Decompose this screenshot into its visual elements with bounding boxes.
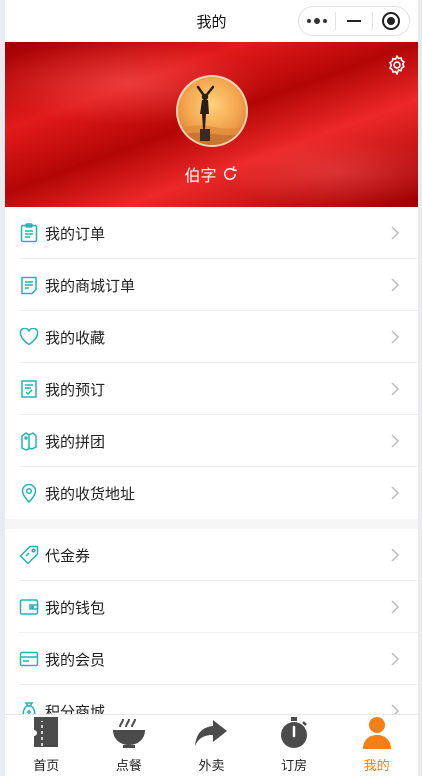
person-icon <box>359 715 395 751</box>
menu-item-label: 我的预订 <box>45 380 106 399</box>
menu-item-address[interactable]: 我的收货地址 <box>5 467 418 519</box>
noodle-bowl-icon <box>111 715 147 751</box>
close-target-icon <box>382 12 400 30</box>
gear-icon[interactable] <box>386 54 408 76</box>
menu-item-label: 代金券 <box>45 546 91 565</box>
clipboard-icon <box>19 223 39 243</box>
member-card-icon <box>19 649 39 669</box>
chevron-right-icon <box>391 486 400 500</box>
menu-item-label: 我的订单 <box>45 224 106 243</box>
tab-label: 我的 <box>363 759 390 774</box>
menu-item-label: 我的收货地址 <box>45 484 136 503</box>
titlebar: 我的 <box>5 0 418 42</box>
tab-mine[interactable]: 我的 <box>335 715 418 776</box>
chevron-right-icon <box>391 548 400 562</box>
avatar-silhouette-icon <box>177 85 246 145</box>
more-dots-icon <box>307 18 327 24</box>
menu-group-account: 代金券 我的钱包 我的会员 积分商城 <box>5 529 418 737</box>
coupon-tag-icon <box>19 545 39 565</box>
username-row[interactable]: 伯字 <box>5 162 418 186</box>
wallet-icon <box>19 597 39 617</box>
tab-book-room[interactable]: 订房 <box>253 715 336 776</box>
chevron-right-icon <box>391 330 400 344</box>
mini-program-window: 我的 伯字 我的订单 我的商城订单 我的收藏 我的预订 我的拼团 我的收货地址 … <box>5 0 418 776</box>
location-pin-icon <box>19 483 39 503</box>
menu-item-wallet[interactable]: 我的钱包 <box>5 581 418 633</box>
menu-item-label: 我的钱包 <box>45 598 106 617</box>
chevron-right-icon <box>391 226 400 240</box>
tab-label: 外卖 <box>198 759 225 774</box>
menu-item-favorites[interactable]: 我的收藏 <box>5 311 418 363</box>
chevron-right-icon <box>391 382 400 396</box>
home-ticket-icon <box>28 715 64 751</box>
menu-item-membership[interactable]: 我的会员 <box>5 633 418 685</box>
chevron-right-icon <box>391 600 400 614</box>
menu-group-orders: 我的订单 我的商城订单 我的收藏 我的预订 我的拼团 我的收货地址 <box>5 207 418 519</box>
menu-item-label: 我的拼团 <box>45 432 106 451</box>
heart-icon <box>19 327 39 347</box>
menu-item-orders[interactable]: 我的订单 <box>5 207 418 259</box>
menu-item-coupons[interactable]: 代金券 <box>5 529 418 581</box>
tab-label: 订房 <box>281 759 308 774</box>
chevron-right-icon <box>391 278 400 292</box>
close-button[interactable] <box>373 7 409 35</box>
chevron-right-icon <box>391 434 400 448</box>
menu-item-label: 我的会员 <box>45 650 106 669</box>
tab-label: 首页 <box>33 759 60 774</box>
group-tag-icon <box>19 431 39 451</box>
tab-label: 点餐 <box>115 759 142 774</box>
minus-icon <box>347 20 361 22</box>
reservation-icon <box>19 379 39 399</box>
capsule-menu <box>298 6 410 36</box>
stopwatch-icon <box>276 715 312 751</box>
tab-order-food[interactable]: 点餐 <box>88 715 171 776</box>
bottom-tab-bar: 首页 点餐 外卖 订房 我的 <box>5 714 418 776</box>
more-button[interactable] <box>299 7 335 35</box>
tab-takeout[interactable]: 外卖 <box>170 715 253 776</box>
menu-item-mall-orders[interactable]: 我的商城订单 <box>5 259 418 311</box>
menu-item-label: 我的收藏 <box>45 328 106 347</box>
menu-item-label: 我的商城订单 <box>45 276 136 295</box>
username: 伯字 <box>184 166 217 185</box>
profile-banner: 伯字 <box>5 42 418 207</box>
refresh-icon <box>223 166 237 180</box>
chevron-right-icon <box>391 652 400 666</box>
avatar[interactable] <box>175 75 248 147</box>
tab-home[interactable]: 首页 <box>5 715 88 776</box>
order-doc-icon <box>19 275 39 295</box>
menu-item-reservations[interactable]: 我的预订 <box>5 363 418 415</box>
share-arrow-icon <box>193 715 229 751</box>
page-title: 我的 <box>196 12 227 31</box>
menu-item-group-buy[interactable]: 我的拼团 <box>5 415 418 467</box>
minimize-button[interactable] <box>336 7 372 35</box>
